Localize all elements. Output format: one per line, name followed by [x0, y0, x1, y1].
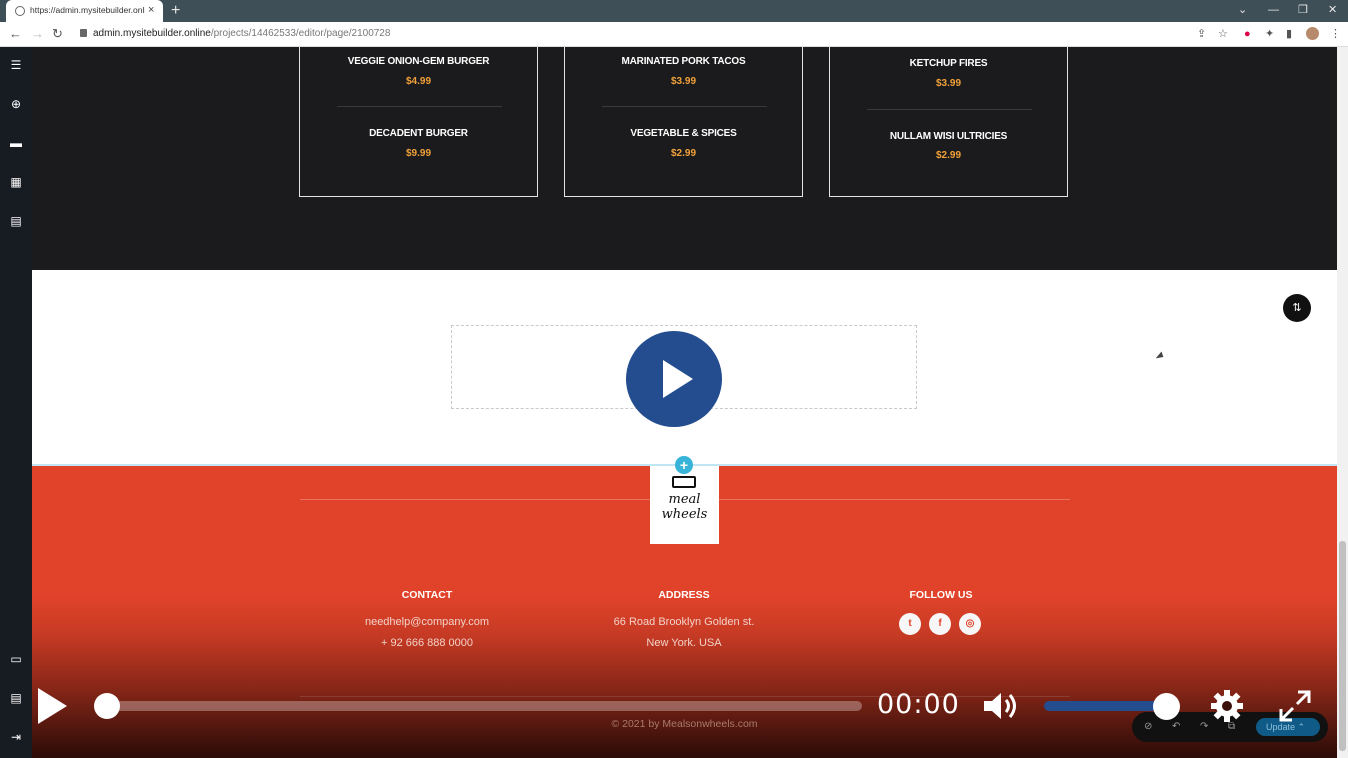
menu-card[interactable]: VEGGIE ONION-GEM BURGER $4.99 DECADENT B…	[299, 47, 538, 197]
menu-item-price: $2.99	[935, 150, 962, 161]
notes-icon[interactable]: ▤	[9, 691, 23, 705]
undo-icon[interactable]: ↶	[1172, 720, 1180, 734]
menu-card[interactable]: KETCHUP FIRES $3.99 NULLAM WISI ULTRICIE…	[829, 47, 1068, 197]
new-tab-button[interactable]: +	[171, 1, 180, 21]
pages-icon[interactable]: ▬	[9, 136, 23, 150]
share-icon[interactable]: ⇪	[1197, 27, 1206, 41]
address-line1: 66 Road Brooklyn Golden st.	[613, 616, 755, 628]
window-close-icon[interactable]: ✕	[1328, 3, 1337, 17]
editor-sidebar: ☰ ⊕ ▬ ▦ ▤ ▭ ▤ ⇥	[0, 47, 32, 758]
divider	[337, 106, 502, 107]
address-line2: New York. USA	[646, 637, 722, 649]
fullscreen-icon[interactable]	[1277, 688, 1313, 724]
divider	[602, 106, 767, 107]
volume-slider[interactable]	[1044, 701, 1166, 711]
play-icon	[663, 360, 693, 398]
menu-item-price: $9.99	[405, 148, 432, 159]
contact-heading: CONTACT	[401, 589, 453, 601]
menu-item-name: DECADENT BURGER	[369, 128, 468, 139]
follow-heading: FOLLOW US	[909, 589, 973, 601]
desktop-view-icon[interactable]: ▭	[9, 652, 23, 666]
menu-item-name: MARINATED PORK TACOS	[621, 56, 746, 67]
side-panel-icon[interactable]: ▮	[1286, 27, 1292, 41]
menu-item-price: $4.99	[405, 76, 432, 87]
extensions-icon[interactable]: ✦	[1265, 27, 1274, 41]
address-heading: ADDRESS	[658, 589, 710, 601]
menu-item-price: $3.99	[670, 76, 697, 87]
logo-text-line2: wheels	[661, 507, 708, 522]
close-tab-icon[interactable]: ×	[148, 3, 154, 17]
menu-item-name: KETCHUP FIRES	[909, 58, 988, 69]
url-host: admin.mysitebuilder.online	[93, 28, 211, 39]
contact-phone: + 92 666 888 0000	[380, 637, 474, 649]
globe-icon	[15, 6, 25, 16]
menu-item-name: NULLAM WISI ULTRICIES	[889, 131, 1008, 142]
reload-icon[interactable]: ↻	[52, 26, 63, 42]
color-extension-icon[interactable]: ●	[1244, 27, 1251, 41]
tab-title: https://admin.mysitebuilder.onlin	[30, 5, 145, 15]
bookmark-star-icon[interactable]: ☆	[1218, 27, 1228, 41]
hamburger-menu-icon[interactable]: ☰	[9, 58, 23, 72]
browser-tab[interactable]: https://admin.mysitebuilder.onlin ×	[6, 0, 163, 22]
redo-icon[interactable]: ↷	[1200, 720, 1208, 734]
volume-icon[interactable]	[982, 690, 1022, 722]
settings-gear-icon[interactable]	[1209, 688, 1245, 724]
browser-tab-bar: https://admin.mysitebuilder.onlin × + ⌄ …	[0, 0, 1348, 22]
design-icon[interactable]: ▦	[9, 175, 23, 189]
url-field[interactable]: admin.mysitebuilder.online/projects/1446…	[93, 28, 390, 39]
mouse-cursor-icon	[1155, 351, 1166, 362]
contact-email[interactable]: needhelp@company.com	[327, 616, 527, 628]
menu-item-name: VEGGIE ONION-GEM BURGER	[347, 56, 490, 67]
volume-handle[interactable]	[1153, 693, 1180, 720]
url-path: /projects/14462533/editor/page/2100728	[210, 28, 391, 39]
back-icon[interactable]: ←	[9, 26, 22, 42]
profile-avatar[interactable]	[1306, 27, 1319, 40]
lock-icon	[80, 29, 87, 37]
instagram-icon[interactable]: ◎	[959, 613, 981, 635]
player-seek-handle[interactable]	[94, 693, 120, 719]
restore-icon[interactable]: ❐	[1298, 3, 1308, 17]
player-time: 00:00	[877, 689, 960, 720]
address-bar: ← → ↻ admin.mysitebuilder.online/project…	[0, 22, 1348, 47]
scrollbar-thumb[interactable]	[1339, 541, 1346, 751]
divider	[867, 109, 1032, 110]
comments-icon[interactable]: ▤	[9, 214, 23, 228]
hide-icon[interactable]: ⊘	[1144, 720, 1152, 734]
player-play-icon[interactable]	[38, 688, 67, 724]
section-settings-icon[interactable]: ⇅	[1283, 294, 1311, 322]
add-element-icon[interactable]: ⊕	[9, 97, 23, 111]
tab-search-icon[interactable]: ⌄	[1238, 3, 1247, 17]
video-section: ⇅	[32, 270, 1337, 464]
brand-logo[interactable]: meal wheels	[650, 466, 719, 544]
more-menu-icon[interactable]: ⋮	[1330, 27, 1341, 41]
add-section-icon[interactable]: +	[675, 456, 693, 474]
menu-item-price: $2.99	[670, 148, 697, 159]
menu-section: VEGGIE ONION-GEM BURGER $4.99 DECADENT B…	[32, 47, 1337, 270]
twitter-icon[interactable]: t	[899, 613, 921, 635]
exit-icon[interactable]: ⇥	[9, 730, 23, 744]
player-seek-bar[interactable]	[107, 701, 862, 711]
forward-icon[interactable]: →	[31, 26, 44, 42]
logo-text-line1: meal	[668, 492, 701, 507]
facebook-icon[interactable]: f	[929, 613, 951, 635]
page-scrollbar[interactable]	[1337, 47, 1348, 758]
minimize-icon[interactable]: —	[1268, 3, 1279, 17]
video-play-button[interactable]	[626, 331, 722, 427]
food-truck-icon	[672, 476, 696, 488]
menu-card[interactable]: MARINATED PORK TACOS $3.99 VEGETABLE & S…	[564, 47, 803, 197]
menu-item-price: $3.99	[935, 78, 962, 89]
menu-item-name: VEGETABLE & SPICES	[630, 128, 737, 139]
